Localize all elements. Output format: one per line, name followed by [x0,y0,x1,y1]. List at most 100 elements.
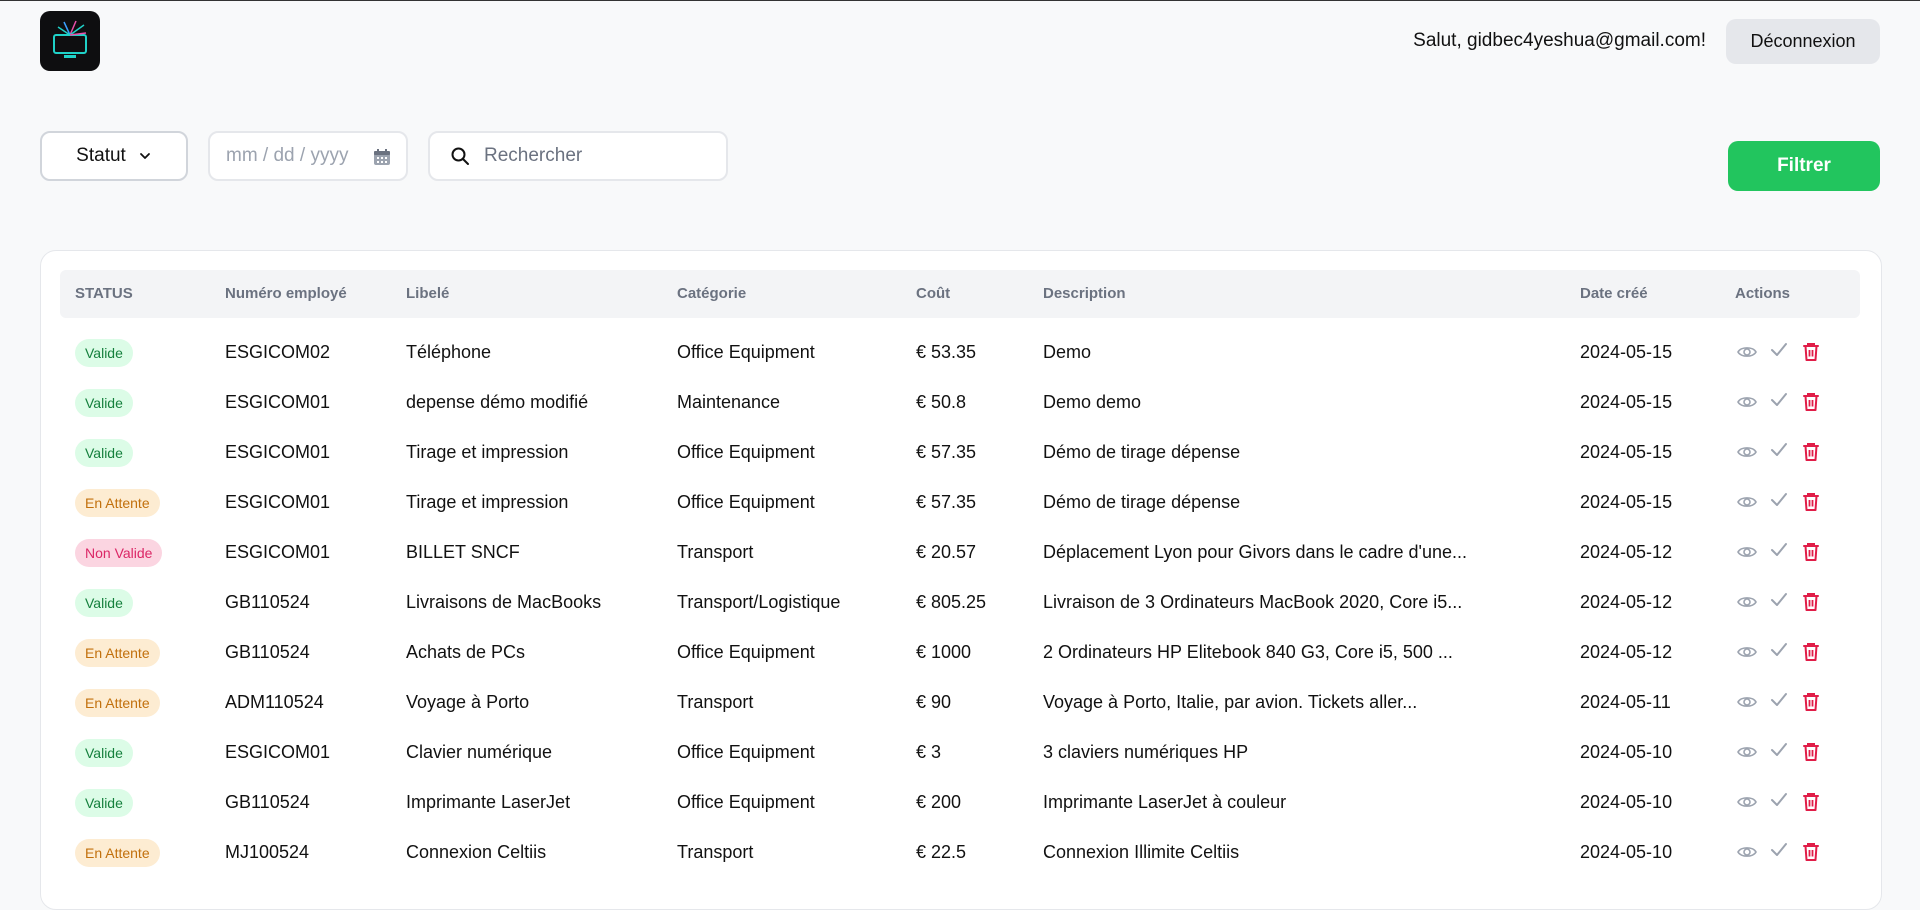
expense-description: Démo de tirage dépense [1043,442,1241,462]
expense-cost: € 53.35 [916,342,977,362]
check-icon[interactable] [1767,538,1791,562]
created-date: 2024-05-10 [1580,742,1673,762]
expense-description: Connexion Illimite Celtiis [1043,842,1240,862]
expense-category: Transport [677,842,754,862]
trash-icon[interactable] [1799,490,1823,514]
employee-number: GB110524 [225,792,310,812]
eye-icon[interactable] [1735,840,1759,864]
trash-icon[interactable] [1799,440,1823,464]
expense-category: Office Equipment [677,742,815,762]
check-icon[interactable] [1767,488,1791,512]
eye-icon[interactable] [1735,590,1759,614]
eye-icon[interactable] [1735,440,1759,464]
trash-icon[interactable] [1799,540,1823,564]
created-date: 2024-05-15 [1580,342,1673,362]
calendar-icon[interactable] [372,147,392,167]
table-row[interactable]: Valide ESGICOM01 Tirage et impression Offic… [41,427,1883,477]
column-header-actions: Actions [1735,285,1791,302]
trash-icon[interactable] [1799,590,1823,614]
created-date: 2024-05-11 [1580,692,1671,712]
expense-label: Imprimante LaserJet [406,792,571,812]
status-badge: En Attente [75,839,160,867]
expense-cost: € 22.5 [916,842,967,862]
table-row[interactable]: En Attente ADM110524 Voyage à Porto Transpo… [41,677,1883,727]
column-header-label: Libelé [406,285,450,302]
check-icon[interactable] [1767,388,1791,412]
expense-description: Déplacement Lyon pour Givors dans le cad… [1043,542,1468,562]
status-dropdown[interactable]: Statut [40,131,188,181]
expense-category: Transport [677,542,754,562]
check-icon[interactable] [1767,588,1791,612]
expense-label: Téléphone [406,342,492,362]
column-header-category: Catégorie [677,285,747,302]
table-row[interactable]: En Attente MJ100524 Connexion Celtiis Trans… [41,827,1883,877]
eye-icon[interactable] [1735,340,1759,364]
search-input[interactable]: Rechercher [428,131,728,181]
expense-description: 2 Ordinateurs HP Elitebook 840 G3, Core … [1043,642,1453,662]
eye-icon[interactable] [1735,790,1759,814]
expense-label: Tirage et impression [406,492,569,512]
expense-cost: € 90 [916,692,952,712]
eye-icon[interactable] [1735,540,1759,564]
table-row[interactable]: Valide GB110524 Imprimante LaserJet Office … [41,777,1883,827]
table-row[interactable]: Valide ESGICOM01 Clavier numérique Office E… [41,727,1883,777]
status-badge: Valide [75,739,133,767]
expense-cost: € 20.57 [916,542,977,562]
created-date: 2024-05-10 [1580,792,1673,812]
status-dropdown-label: Statut [76,145,126,166]
trash-icon[interactable] [1799,690,1823,714]
expense-description: Demo demo [1043,392,1142,412]
column-header-cost: Coût [916,285,951,302]
table-row[interactable]: Valide ESGICOM01 depense démo modifié Maint… [41,377,1883,427]
date-field[interactable]: mm / dd / yyyy [208,131,408,181]
expense-cost: € 200 [916,792,962,812]
expense-cost: € 57.35 [916,492,977,512]
check-icon[interactable] [1767,438,1791,462]
expenses-table: STATUS Numéro employé Libelé Catégorie C… [40,250,1882,910]
eye-icon[interactable] [1735,740,1759,764]
date-field-placeholder: mm / dd / yyyy [226,145,349,166]
expense-description: Démo de tirage dépense [1043,492,1241,512]
trash-icon[interactable] [1799,340,1823,364]
table-row[interactable]: Valide ESGICOM02 Téléphone Office Equipment… [41,327,1883,377]
eye-icon[interactable] [1735,690,1759,714]
table-row[interactable]: En Attente GB110524 Achats de PCs Office Eq… [41,627,1883,677]
employee-number: GB110524 [225,592,310,612]
table-header: STATUS Numéro employé Libelé Catégorie C… [60,270,1860,318]
trash-icon[interactable] [1799,390,1823,414]
employee-number: ESGICOM01 [225,442,331,462]
logout-button[interactable]: Déconnexion [1726,19,1880,64]
check-icon[interactable] [1767,838,1791,862]
check-icon[interactable] [1767,638,1791,662]
expense-description: Demo [1043,342,1092,362]
expense-cost: € 1000 [916,642,972,662]
status-badge: En Attente [75,489,160,517]
check-icon[interactable] [1767,738,1791,762]
check-icon[interactable] [1767,788,1791,812]
column-header-employee: Numéro employé [225,285,347,302]
eye-icon[interactable] [1735,390,1759,414]
table-row[interactable]: En Attente ESGICOM01 Tirage et impression O… [41,477,1883,527]
trash-icon[interactable] [1799,640,1823,664]
expense-cost: € 50.8 [916,392,967,412]
app-logo[interactable] [40,11,100,71]
status-badge: Valide [75,589,133,617]
table-row[interactable]: Non Valide ESGICOM01 BILLET SNCF Transport €… [41,527,1883,577]
trash-icon[interactable] [1799,790,1823,814]
eye-icon[interactable] [1735,640,1759,664]
expense-category: Office Equipment [677,492,815,512]
expense-label: Tirage et impression [406,442,569,462]
eye-icon[interactable] [1735,490,1759,514]
employee-number: ESGICOM01 [225,392,331,412]
trash-icon[interactable] [1799,840,1823,864]
chevron-down-icon [139,153,150,159]
table-row[interactable]: Valide GB110524 Livraisons de MacBooks Tran… [41,577,1883,627]
check-icon[interactable] [1767,338,1791,362]
check-icon[interactable] [1767,688,1791,712]
expense-category: Office Equipment [677,642,815,662]
filter-button[interactable]: Filtrer [1728,141,1880,191]
expense-cost: € 805.25 [916,592,987,612]
expense-category: Transport [677,692,754,712]
trash-icon[interactable] [1799,740,1823,764]
search-icon [451,147,469,165]
